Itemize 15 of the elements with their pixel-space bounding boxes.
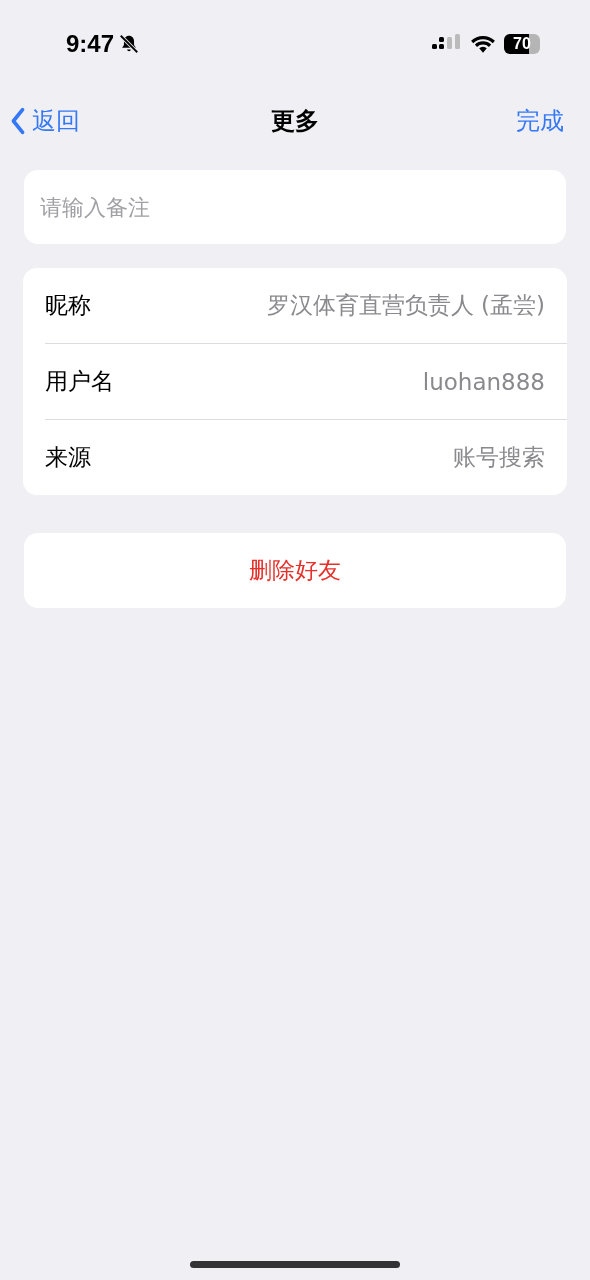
row-label: 来源 <box>45 443 91 472</box>
page-title: 更多 <box>271 106 319 137</box>
chevron-left-icon <box>10 107 26 135</box>
back-button[interactable]: 返回 <box>10 105 80 137</box>
row-label: 用户名 <box>45 367 114 396</box>
delete-friend-button[interactable]: 删除好友 <box>24 533 566 608</box>
note-field[interactable]: 请输入备注 <box>24 170 566 244</box>
row-value: 罗汉体育直营负责人 (孟尝) <box>266 291 545 320</box>
row-value: 账号搜索 <box>453 443 545 472</box>
row-label: 昵称 <box>45 291 91 320</box>
row-value: luohan888 <box>422 368 545 395</box>
done-button[interactable]: 完成 <box>516 105 564 137</box>
wifi-icon <box>470 34 496 54</box>
home-indicator[interactable] <box>190 1261 400 1268</box>
status-time: 9:47 <box>66 30 115 58</box>
